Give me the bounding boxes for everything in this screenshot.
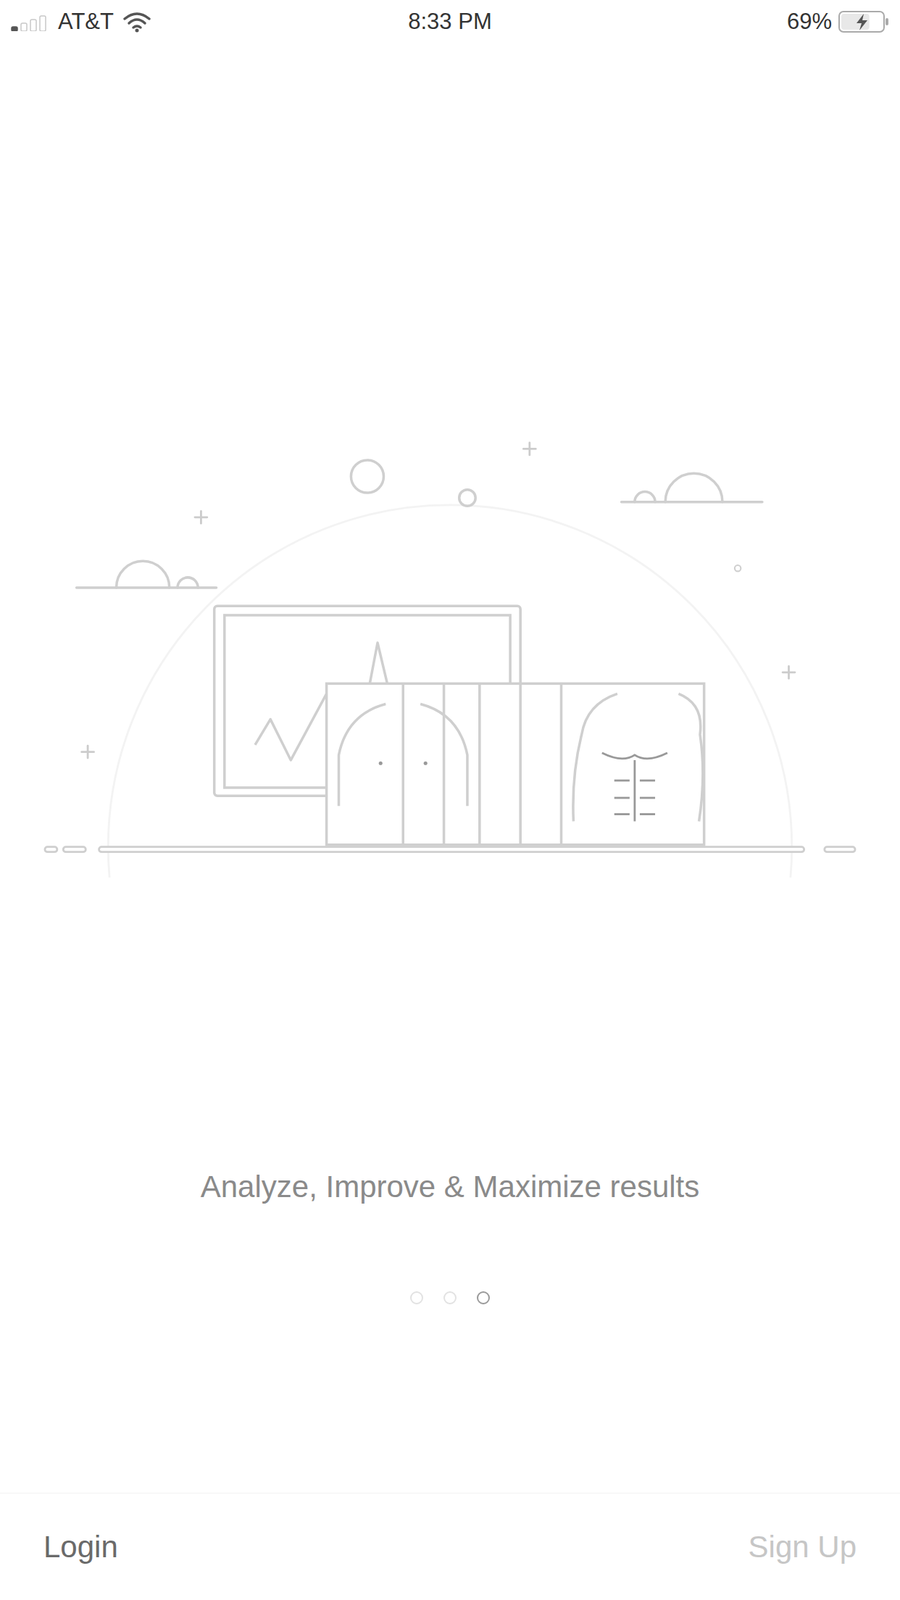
- ground-line: [44, 847, 856, 853]
- login-button[interactable]: Login: [43, 1522, 119, 1572]
- sparkle-icon: [782, 665, 795, 679]
- status-bar: AT&T 8:33 PM 69%: [0, 0, 900, 44]
- cloud-icon: [621, 473, 763, 502]
- signup-button[interactable]: Sign Up: [748, 1522, 857, 1572]
- onboarding-caption: Analyze, Improve & Maximize results: [0, 1168, 900, 1206]
- sparkle-icon: [194, 510, 208, 524]
- cloud-icon: [76, 560, 217, 588]
- sparkle-icon: [523, 442, 536, 456]
- battery-icon: [837, 9, 890, 35]
- wifi-icon: [122, 10, 152, 33]
- progress-illustration: [0, 407, 900, 878]
- page-dot[interactable]: [410, 1291, 424, 1305]
- clock: 8:33 PM: [407, 8, 492, 35]
- bottom-bar: Login Sign Up: [0, 1492, 900, 1600]
- page-dot[interactable]: [476, 1291, 490, 1305]
- signal-icon: [10, 12, 50, 32]
- sparkle-icon: [81, 745, 95, 758]
- onboarding-screen: AT&T 8:33 PM 69% Analyze, Improve & Maximiz…: [0, 0, 900, 1600]
- carrier: AT&T: [57, 8, 114, 35]
- page-dot[interactable]: [443, 1291, 457, 1305]
- page-indicator: [0, 1291, 900, 1305]
- battery-percent: 69%: [786, 8, 832, 35]
- progress-photos-icon: [326, 683, 705, 845]
